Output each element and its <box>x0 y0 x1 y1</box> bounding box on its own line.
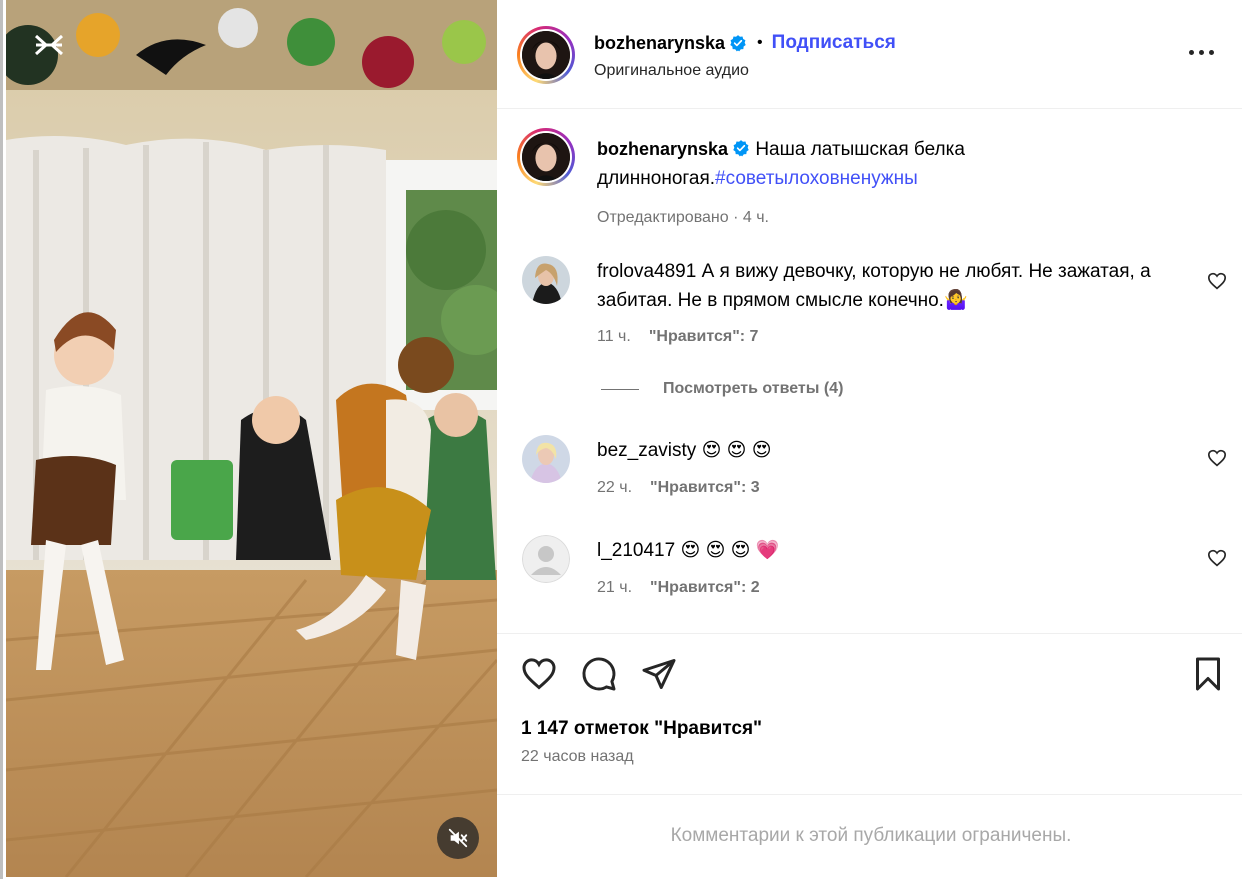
header-separator: • <box>757 34 763 51</box>
post-time[interactable]: 22 часов назад <box>521 748 634 766</box>
commenter-avatar[interactable] <box>522 435 570 483</box>
avatar-photo <box>522 31 570 79</box>
comment-icon[interactable] <box>581 656 617 692</box>
comment-likes-button[interactable]: "Нравится": 3 <box>650 479 760 496</box>
comment-likes-button[interactable]: "Нравится": 7 <box>649 328 759 345</box>
share-icon[interactable] <box>641 656 677 692</box>
comments-restricted-notice: Комментарии к этой публикации ограничены… <box>670 825 1072 846</box>
comment-emoji: 😍 😍 😍 <box>701 440 772 461</box>
comment-time[interactable]: 22 ч. <box>597 479 632 496</box>
post-dialog: bozhenarynska • Подписаться Оригинальное… <box>0 0 1242 879</box>
comment-body: bez_zavisty 😍 😍 😍 <box>597 436 1157 465</box>
header-divider <box>497 108 1242 109</box>
comment-emoji: 🤷‍♀️ <box>943 290 968 311</box>
heart-icon[interactable] <box>1207 549 1227 567</box>
like-heart-icon[interactable] <box>521 656 557 692</box>
author-avatar[interactable] <box>517 26 575 84</box>
comment-username[interactable]: frolova4891 <box>597 261 696 282</box>
comment-meta: 11 ч. "Нравится": 7 <box>597 328 758 346</box>
action-bar <box>497 656 1242 696</box>
avatar-photo <box>522 133 570 181</box>
original-audio-link[interactable]: Оригинальное аудио <box>594 62 749 80</box>
caption-author-avatar[interactable] <box>517 128 575 186</box>
avatar-photo <box>522 435 570 483</box>
avatar-photo <box>522 256 570 304</box>
post-header-line: bozhenarynska • Подписаться <box>594 32 896 54</box>
comment-time[interactable]: 11 ч. <box>597 328 631 345</box>
bookmark-icon[interactable] <box>1190 656 1226 692</box>
heart-icon[interactable] <box>1207 272 1227 290</box>
comment-emoji: 😍 😍 😍 💗 <box>680 540 780 561</box>
follow-button[interactable]: Подписаться <box>772 32 896 54</box>
commenter-avatar[interactable] <box>522 256 570 304</box>
capcut-logo-icon <box>34 34 64 56</box>
comment-username[interactable]: l_210417 <box>597 540 675 561</box>
caption-text-block: bozhenarynska Наша латышская белка длинн… <box>597 135 1157 232</box>
comment-username[interactable]: bez_zavisty <box>597 440 696 461</box>
comment-meta: 21 ч. "Нравится": 2 <box>597 579 760 597</box>
caption-meta: Отредактировано · 4 ч. <box>597 209 769 226</box>
edited-label: Отредактировано <box>597 209 729 226</box>
default-avatar-icon[interactable] <box>522 535 570 583</box>
video-player[interactable] <box>6 0 497 877</box>
mute-icon <box>448 828 468 848</box>
more-options-icon[interactable] <box>1189 46 1215 60</box>
caption-author-username[interactable]: bozhenarynska <box>597 139 728 159</box>
post-header: bozhenarynska • Подписаться Оригинальное… <box>497 0 1242 108</box>
heart-icon[interactable] <box>1207 449 1227 467</box>
post-details-panel: bozhenarynska • Подписаться Оригинальное… <box>497 0 1242 877</box>
comment-body: frolova4891 А я вижу девочку, которую не… <box>597 257 1157 315</box>
footer-divider <box>497 794 1242 795</box>
verified-badge-icon <box>730 35 746 52</box>
author-username[interactable]: bozhenarynska <box>594 33 725 54</box>
mute-toggle-button[interactable] <box>437 817 479 859</box>
likes-count[interactable]: 1 147 отметок "Нравится" <box>521 718 762 740</box>
video-frame <box>6 0 497 877</box>
view-replies-label: Посмотреть ответы (4) <box>663 380 844 397</box>
comment-time[interactable]: 21 ч. <box>597 579 632 596</box>
comment-meta: 22 ч. "Нравится": 3 <box>597 479 760 497</box>
comment-likes-button[interactable]: "Нравится": 2 <box>650 579 760 596</box>
verified-badge-icon <box>733 140 749 157</box>
caption-time[interactable]: 4 ч. <box>743 209 769 226</box>
comment-body: l_210417 😍 😍 😍 💗 <box>597 536 1157 565</box>
view-replies-button[interactable]: Посмотреть ответы (4) <box>601 380 843 398</box>
caption-hashtag[interactable]: #советылоховненужны <box>715 168 918 189</box>
actions-divider <box>497 633 1242 634</box>
